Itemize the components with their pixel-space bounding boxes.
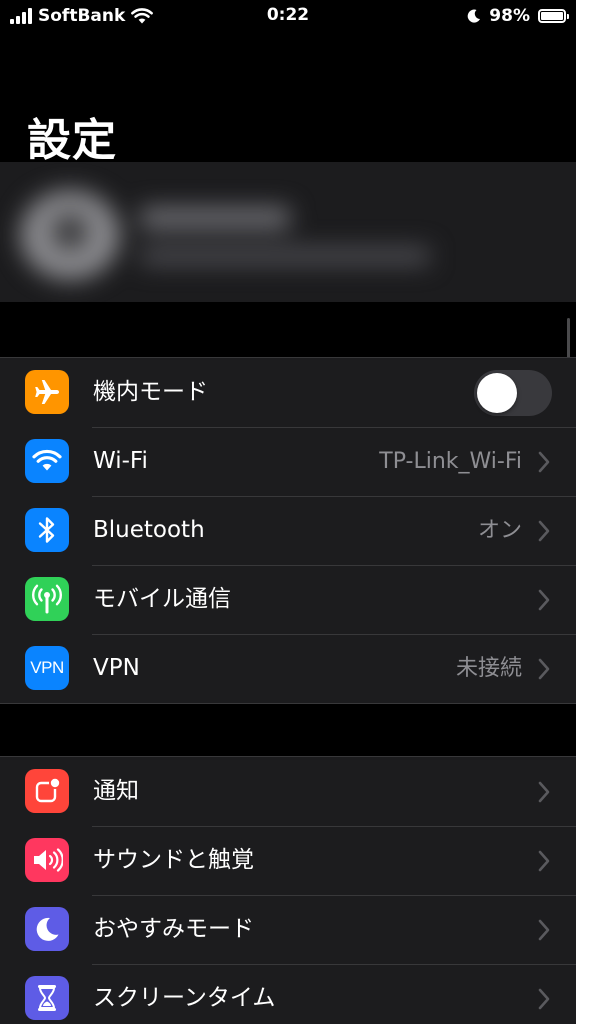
row-value: TP-Link_Wi-Fi <box>379 449 522 474</box>
row-sounds-haptics[interactable]: サウンドと触覚 <box>0 826 576 895</box>
row-value: オン <box>477 518 522 543</box>
chevron-right-icon <box>538 451 550 473</box>
row-notifications[interactable]: 通知 <box>0 757 576 826</box>
row-vpn[interactable]: VPN VPN 未接続 <box>0 634 576 703</box>
row-do-not-disturb[interactable]: おやすみモード <box>0 895 576 964</box>
notification-icon <box>25 769 69 813</box>
airplane-icon <box>25 370 69 414</box>
row-label: VPN <box>93 655 140 681</box>
row-value: 未接続 <box>455 656 522 681</box>
profile-blurred-content <box>0 162 576 302</box>
vpn-icon-text: VPN <box>30 658 64 677</box>
chevron-right-icon <box>538 589 550 611</box>
row-label: 機内モード <box>93 379 208 405</box>
row-label: おやすみモード <box>93 916 254 942</box>
cellular-antenna-icon <box>25 577 69 621</box>
notifications-group: 通知 サウンドと触覚 おやすみモード スクリーンタイム <box>0 756 576 1024</box>
airplane-mode-toggle[interactable] <box>474 370 552 416</box>
row-label: Bluetooth <box>93 517 205 543</box>
row-label: 通知 <box>93 778 139 804</box>
status-bar: SoftBank 0:22 98% <box>0 0 576 34</box>
chevron-right-icon <box>538 658 550 680</box>
chevron-right-icon <box>538 520 550 542</box>
bluetooth-icon <box>25 508 69 552</box>
profile-subtitle-redacted <box>140 247 430 265</box>
row-screen-time[interactable]: スクリーンタイム <box>0 964 576 1024</box>
row-mobile-data[interactable]: モバイル通信 <box>0 565 576 634</box>
row-wifi[interactable]: Wi-Fi TP-Link_Wi-Fi <box>0 427 576 496</box>
speaker-icon <box>25 838 69 882</box>
row-label: サウンドと触覚 <box>93 847 254 873</box>
row-bluetooth[interactable]: Bluetooth オン <box>0 496 576 565</box>
row-label: スクリーンタイム <box>93 985 276 1011</box>
row-label: モバイル通信 <box>93 586 231 612</box>
page-title: 設定 <box>27 115 117 166</box>
battery-percent: 98% <box>489 6 530 26</box>
avatar <box>20 190 120 280</box>
vpn-icon: VPN <box>25 646 69 690</box>
status-right: 98% <box>467 5 569 27</box>
chevron-right-icon <box>538 919 550 941</box>
apple-id-profile-row[interactable] <box>0 162 576 302</box>
battery-icon <box>538 9 569 23</box>
hourglass-icon <box>25 976 69 1020</box>
moon-status-icon <box>467 9 481 23</box>
profile-name-redacted <box>140 207 290 229</box>
moon-icon <box>25 907 69 951</box>
row-airplane-mode[interactable]: 機内モード <box>0 358 576 427</box>
chevron-right-icon <box>538 850 550 872</box>
toggle-knob <box>477 373 517 413</box>
row-label: Wi-Fi <box>93 448 148 474</box>
chevron-right-icon <box>538 988 550 1010</box>
chevron-right-icon <box>538 781 550 803</box>
connectivity-group: 機内モード Wi-Fi TP-Link_Wi-Fi Bluetooth オン モ… <box>0 357 576 704</box>
settings-screen: SoftBank 0:22 98% 設定 機内モード Wi-Fi TP-Link… <box>0 0 576 1024</box>
wifi-icon <box>25 439 69 483</box>
